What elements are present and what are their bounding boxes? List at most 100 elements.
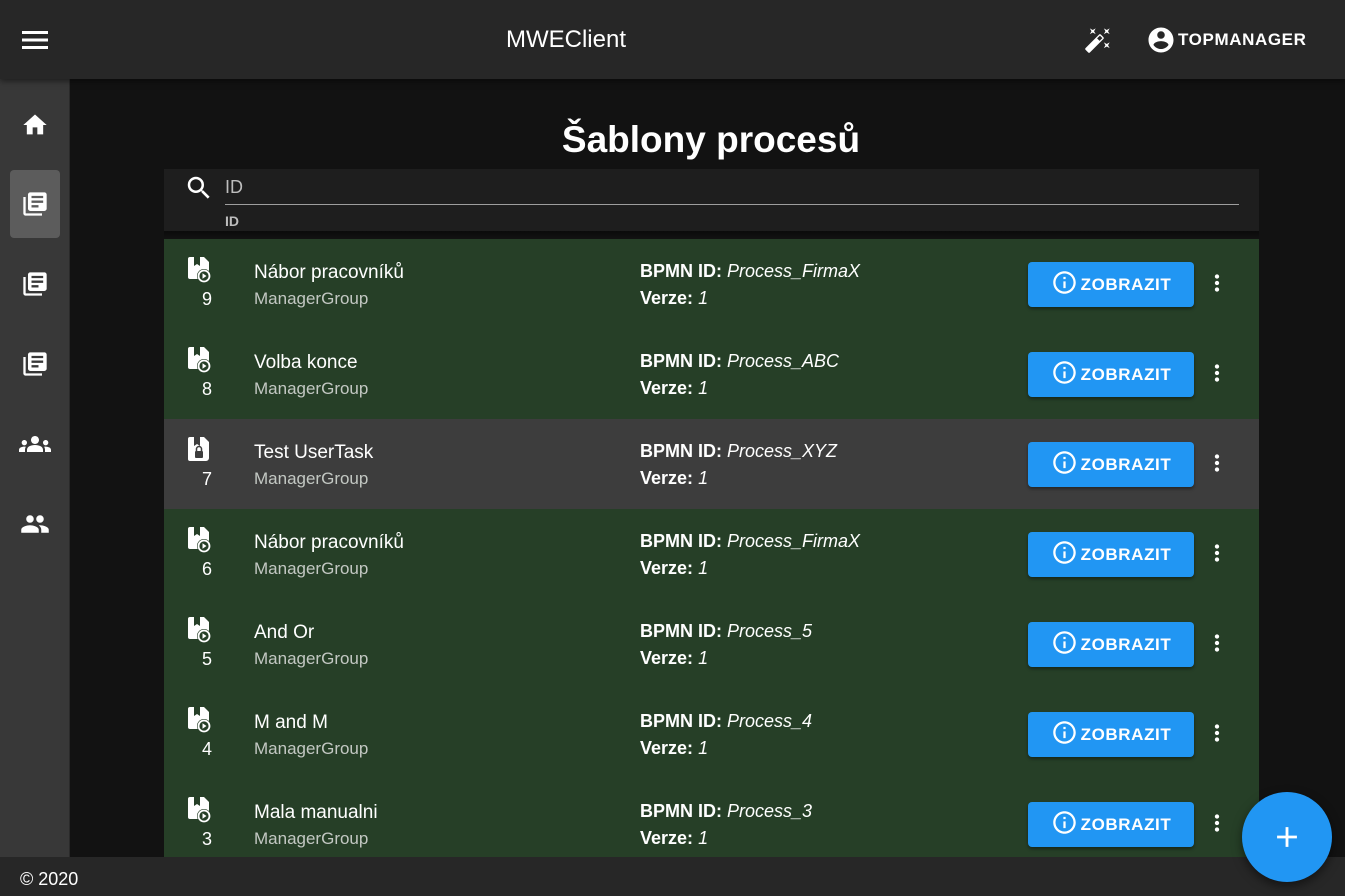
copyright-text: © 2020 — [20, 869, 79, 889]
version-value: 1 — [698, 468, 709, 488]
bpmn-id-value: Process_FirmaX — [727, 531, 861, 551]
template-number: 3 — [201, 829, 212, 849]
show-button[interactable]: ZOBRAZIT — [1028, 532, 1194, 577]
template-number: 8 — [201, 379, 212, 399]
show-button[interactable]: ZOBRAZIT — [1028, 442, 1194, 487]
more-options-button[interactable] — [1204, 810, 1230, 840]
search-input[interactable] — [225, 171, 1239, 205]
more-vert-icon — [1204, 720, 1230, 751]
bpmn-id-label: BPMN ID: — [640, 531, 722, 551]
more-vert-icon — [1204, 360, 1230, 391]
version-value: 1 — [698, 738, 709, 758]
user-name: TOPMANAGER — [1178, 30, 1307, 49]
sidebar-item-users[interactable] — [10, 490, 60, 558]
theme-toggle-icon — [1085, 28, 1110, 53]
account-circle-icon — [1148, 27, 1174, 53]
show-button-label: ZOBRAZIT — [1080, 274, 1172, 294]
more-options-button[interactable] — [1204, 360, 1230, 390]
bpmn-id-value: Process_3 — [727, 801, 813, 821]
version-label: Verze: — [640, 558, 694, 578]
library-books-icon — [23, 272, 47, 296]
sidebar-item-home[interactable] — [10, 91, 60, 159]
search-icon — [187, 176, 210, 199]
template-name: Volba konce — [254, 352, 358, 373]
template-group: ManagerGroup — [254, 739, 369, 758]
template-name: Mala manualni — [254, 802, 378, 823]
more-options-button[interactable] — [1204, 270, 1230, 300]
more-options-button[interactable] — [1204, 450, 1230, 480]
home-icon — [23, 114, 47, 135]
show-button-label: ZOBRAZIT — [1080, 724, 1172, 744]
bpmn-id: BPMN ID: Process_4 — [640, 711, 812, 732]
bpmn-id-label: BPMN ID: — [640, 621, 722, 641]
sidebar-item-process-templates[interactable] — [10, 170, 60, 238]
show-button[interactable]: ZOBRAZIT — [1028, 712, 1194, 757]
template-group: ManagerGroup — [254, 829, 369, 848]
version-value: 1 — [698, 558, 709, 578]
show-button[interactable]: ZOBRAZIT — [1028, 802, 1194, 847]
library-books-icon — [23, 352, 47, 376]
play-file-icon — [187, 256, 211, 286]
more-options-button[interactable] — [1204, 540, 1230, 570]
sidebar-item-tasks[interactable] — [10, 330, 60, 398]
version: Verze: 1 — [640, 378, 708, 399]
bpmn-id-value: Process_4 — [727, 711, 813, 731]
version: Verze: 1 — [640, 738, 708, 759]
theme-toggle-button[interactable] — [1080, 22, 1116, 58]
more-vert-icon — [1204, 540, 1230, 571]
show-button[interactable]: ZOBRAZIT — [1028, 622, 1194, 667]
bpmn-id: BPMN ID: Process_ABC — [640, 351, 839, 372]
info-icon — [1051, 449, 1078, 481]
play-file-icon — [187, 796, 211, 826]
version: Verze: 1 — [640, 558, 708, 579]
template-group: ManagerGroup — [254, 379, 369, 398]
info-icon — [1051, 719, 1078, 751]
template-number: 9 — [201, 289, 212, 309]
plus-icon — [1277, 827, 1297, 847]
more-options-button[interactable] — [1204, 630, 1230, 660]
bpmn-id-label: BPMN ID: — [640, 441, 722, 461]
bpmn-id: BPMN ID: Process_5 — [640, 621, 812, 642]
show-button-label: ZOBRAZIT — [1080, 634, 1172, 654]
bpmn-id-label: BPMN ID: — [640, 711, 722, 731]
show-button-label: ZOBRAZIT — [1080, 454, 1172, 474]
version: Verze: 1 — [640, 648, 708, 669]
info-icon — [1051, 539, 1078, 571]
bpmn-id-value: Process_XYZ — [727, 441, 838, 461]
play-file-icon — [187, 526, 211, 556]
template-name: Nábor pracovníků — [254, 532, 404, 553]
more-vert-icon — [1204, 270, 1230, 301]
show-button[interactable]: ZOBRAZIT — [1028, 352, 1194, 397]
template-row: 4 M and M ManagerGroup BPMN ID: Process_4 Ve… — [164, 689, 1259, 779]
info-icon — [1051, 629, 1078, 661]
more-vert-icon — [1204, 450, 1230, 481]
show-button[interactable]: ZOBRAZIT — [1028, 262, 1194, 307]
version-value: 1 — [698, 828, 709, 848]
sidebar-item-groups[interactable] — [10, 410, 60, 478]
show-button-label: ZOBRAZIT — [1080, 364, 1172, 384]
user-menu-button[interactable]: TOPMANAGER — [1146, 22, 1306, 58]
version-label: Verze: — [640, 648, 694, 668]
info-icon — [1051, 809, 1078, 841]
more-vert-icon — [1204, 810, 1230, 841]
more-options-button[interactable] — [1204, 720, 1230, 750]
template-name: And Or — [254, 622, 315, 643]
more-vert-icon — [1204, 630, 1230, 661]
bpmn-id-label: BPMN ID: — [640, 801, 722, 821]
template-row: 3 Mala manualni ManagerGroup BPMN ID: Proce… — [164, 779, 1259, 857]
add-template-button[interactable] — [1242, 792, 1332, 882]
sidebar-item-processes[interactable] — [10, 250, 60, 318]
bpmn-id-value: Process_5 — [727, 621, 813, 641]
play-file-icon — [187, 706, 211, 736]
version-label: Verze: — [640, 378, 694, 398]
info-icon — [1051, 359, 1078, 391]
template-number: 7 — [201, 469, 212, 489]
process-template-list: 9 Nábor pracovníků ManagerGroup BPMN ID: Pr… — [164, 239, 1259, 857]
version-value: 1 — [698, 288, 709, 308]
sidebar — [0, 79, 70, 857]
library-books-icon — [23, 192, 47, 216]
search-field: ID — [164, 169, 1259, 231]
bpmn-id: BPMN ID: Process_XYZ — [640, 441, 837, 462]
version: Verze: 1 — [640, 468, 708, 489]
play-file-icon — [187, 346, 211, 376]
